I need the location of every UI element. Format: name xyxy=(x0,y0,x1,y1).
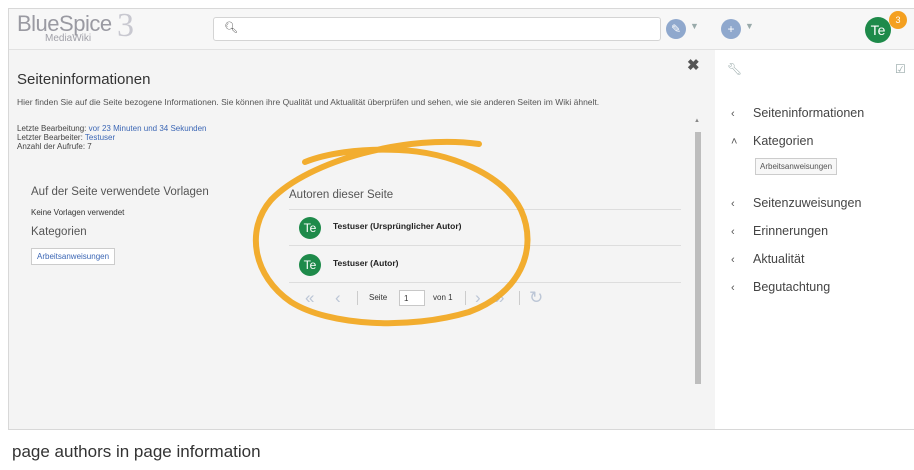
avatar[interactable]: Te xyxy=(299,254,321,276)
author-row: Te Testuser (Autor) xyxy=(289,246,681,283)
separator xyxy=(357,291,358,305)
scrollbar[interactable] xyxy=(695,132,701,384)
image-caption: page authors in page information xyxy=(12,442,261,461)
top-bar: BlueSpice MediaWiki 3 🔍︎ ✎ ▼ + ▼ Te 3 xyxy=(9,9,914,50)
panel-item-label: Kategorien xyxy=(753,134,814,148)
last-editor-label: Letzter Bearbeiter: xyxy=(17,133,83,142)
author-row: Te Testuser (Ursprünglicher Autor) xyxy=(289,209,681,246)
chevron-left-icon: ‹ xyxy=(731,226,735,238)
templates-empty: Keine Vorlagen verwendet xyxy=(31,208,125,217)
last-edit-label: Letzte Bearbeitung: xyxy=(17,124,87,133)
page-count-label: von 1 xyxy=(433,293,453,302)
refresh-icon[interactable]: ↻ xyxy=(529,288,543,308)
author-name: Testuser (Ursprünglicher Autor) xyxy=(333,221,462,231)
panel-item-begutachtung[interactable]: ‹ Begutachtung xyxy=(731,280,830,294)
category-chip[interactable]: Arbeitsanweisungen xyxy=(31,248,116,265)
page-number-input[interactable]: 1 xyxy=(399,290,425,306)
chevron-left-icon: ‹ xyxy=(731,108,735,120)
panel-item-label: Seitenzuweisungen xyxy=(753,196,862,210)
checkbox-icon[interactable]: ☑ xyxy=(895,62,906,76)
pencil-icon: ✎ xyxy=(670,22,682,36)
author-name: Testuser (Autor) xyxy=(333,258,399,268)
edit-button[interactable]: ✎ xyxy=(666,19,686,39)
last-page-icon[interactable]: » xyxy=(495,288,504,308)
search-input[interactable]: 🔍︎ xyxy=(213,17,661,41)
avatar[interactable]: Te xyxy=(299,217,321,239)
separator xyxy=(465,291,466,305)
templates-title: Auf der Seite verwendete Vorlagen xyxy=(31,186,209,198)
page-info-dialog: ✖ Seiteninformationen Hier finden Sie au… xyxy=(9,50,713,429)
screenshot-frame: BlueSpice MediaWiki 3 🔍︎ ✎ ▼ + ▼ Te 3 ✖ … xyxy=(8,8,914,430)
close-icon[interactable]: ✖ xyxy=(687,56,700,74)
last-editor-link[interactable]: Testuser xyxy=(85,133,115,142)
chevron-left-icon: ‹ xyxy=(731,198,735,210)
categories-title: Kategorien xyxy=(31,226,87,238)
dialog-title: Seiteninformationen xyxy=(17,71,151,88)
panel-item-label: Begutachtung xyxy=(753,280,831,294)
pagination-toolbar: « ‹ Seite 1 von 1 › » ↻ xyxy=(297,286,567,310)
views-label: Anzahl der Aufrufe: xyxy=(17,142,86,151)
views-row: Anzahl der Aufrufe: 7 xyxy=(17,142,92,151)
panel-item-aktualitaet[interactable]: ‹ Aktualität xyxy=(731,252,804,266)
right-panel: 🔧︎ ☑ ‹ Seiteninformationen ˄ Kategorien Ar… xyxy=(715,50,914,429)
last-edit-row: Letzte Bearbeitung: vor 23 Minuten und 3… xyxy=(17,124,207,133)
add-button[interactable]: + xyxy=(721,19,741,39)
separator xyxy=(519,291,520,305)
panel-item-erinnerungen[interactable]: ‹ Erinnerungen xyxy=(731,224,828,238)
last-edit-link[interactable]: vor 23 Minuten und 34 Sekunden xyxy=(89,124,207,133)
category-chip[interactable]: Arbeitsanweisungen xyxy=(755,158,838,175)
search-icon: 🔍︎ xyxy=(224,22,238,34)
plus-icon: + xyxy=(727,22,735,36)
panel-item-seiteninformationen[interactable]: ‹ Seiteninformationen xyxy=(731,106,864,120)
logo-subtitle: MediaWiki xyxy=(45,33,92,44)
scroll-up-icon[interactable]: ▲ xyxy=(694,118,700,124)
page-label: Seite xyxy=(369,293,388,302)
dialog-description: Hier finden Sie auf die Seite bezogene I… xyxy=(17,97,600,107)
bluespice-logo[interactable]: BlueSpice MediaWiki 3 xyxy=(17,8,147,47)
chevron-down-icon[interactable]: ▼ xyxy=(745,21,754,31)
authors-header: Autoren dieser Seite xyxy=(289,185,681,210)
next-page-icon[interactable]: › xyxy=(475,288,481,308)
user-avatar[interactable]: Te xyxy=(865,17,891,43)
panel-item-label: Erinnerungen xyxy=(753,224,829,238)
panel-item-kategorien[interactable]: ˄ Kategorien xyxy=(731,134,813,148)
chevron-left-icon: ‹ xyxy=(731,254,735,266)
panel-item-label: Seiteninformationen xyxy=(753,106,865,120)
wrench-icon[interactable]: 🔧︎ xyxy=(727,62,742,76)
notification-badge[interactable]: 3 xyxy=(889,11,907,29)
panel-item-seitenzuweisungen[interactable]: ‹ Seitenzuweisungen xyxy=(731,196,861,210)
authors-title: Autoren dieser Seite xyxy=(289,189,394,201)
previous-page-icon[interactable]: ‹ xyxy=(335,288,341,308)
views-value: 7 xyxy=(87,142,92,151)
last-editor-row: Letzter Bearbeiter: Testuser xyxy=(17,133,115,142)
chevron-left-icon: ‹ xyxy=(731,282,735,294)
chevron-down-icon[interactable]: ▼ xyxy=(690,21,699,31)
panel-item-label: Aktualität xyxy=(753,252,805,266)
first-page-icon[interactable]: « xyxy=(305,288,314,308)
logo-version: 3 xyxy=(117,8,134,44)
chevron-up-icon: ˄ xyxy=(731,136,738,148)
